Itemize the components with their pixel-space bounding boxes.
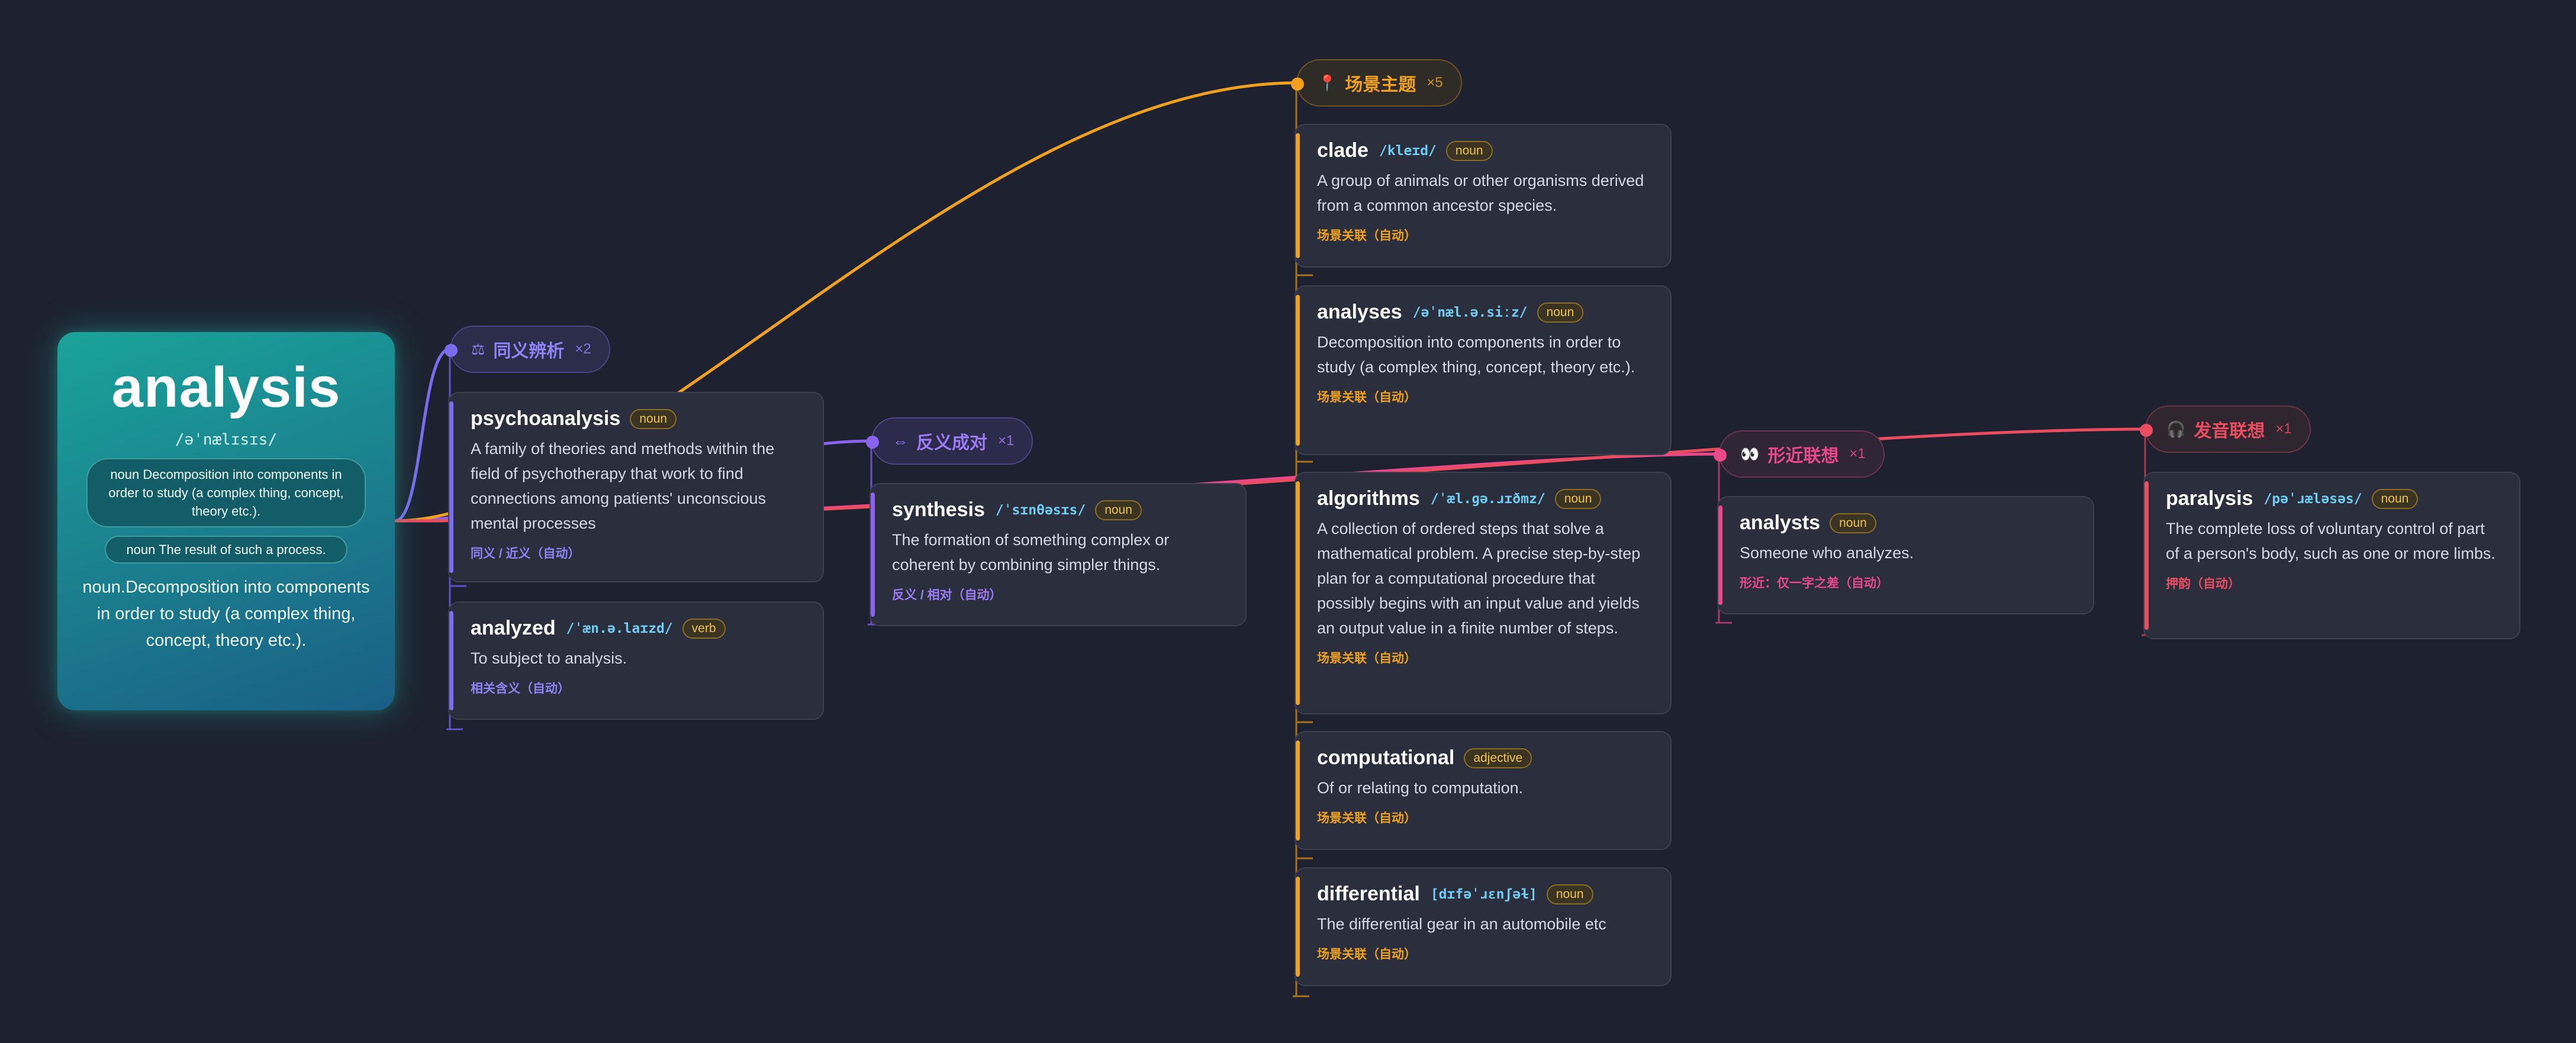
card-definition: A family of theories and methods within … — [471, 440, 775, 532]
word-card-differential[interactable]: differential [dɪfəˈɹɛnʃəɫ] noun The diff… — [1295, 867, 1672, 986]
node-dot — [1714, 449, 1727, 462]
group-count: ×1 — [998, 433, 1015, 449]
group-label: 形近联想 — [1767, 446, 1839, 466]
word-card-algorithms[interactable]: algorithms /ˈæl.ɡə.ɹɪðmz/ noun A collect… — [1295, 472, 1672, 714]
word-card-synthesis[interactable]: synthesis /ˈsɪnθəsɪs/ noun The formation… — [870, 483, 1247, 626]
group-label: 同义辨析 — [493, 342, 565, 361]
pos-badge: noun — [630, 408, 677, 429]
group-label: 反义成对 — [916, 433, 987, 453]
word-card-analysts[interactable]: analysts noun Someone who analyzes. 形近：仅… — [1717, 496, 2094, 614]
card-tag: 场景关联（自动） — [1317, 948, 1416, 961]
card-definition: The formation of something complex or co… — [892, 531, 1170, 574]
headphones-icon: 🎧 — [2166, 420, 2186, 438]
card-phonetic: /kleɪd/ — [1379, 143, 1437, 159]
word-card-psychoanalysis[interactable]: psychoanalysis noun A family of theories… — [448, 392, 824, 582]
card-definition: Someone who analyzes. — [1740, 544, 1914, 562]
group-sound[interactable]: 🎧 发音联想 ×1 — [2140, 405, 2311, 453]
node-dot — [2140, 424, 2153, 437]
root-sense-chip[interactable]: noun The result of such a process. — [105, 535, 347, 564]
pos-badge: verb — [682, 618, 726, 639]
card-tag: 场景关联（自动） — [1317, 391, 1416, 404]
pos-badge: noun — [1445, 140, 1493, 161]
card-word: psychoanalysis — [471, 407, 621, 430]
card-word: analysts — [1740, 511, 1821, 534]
node-dot — [866, 436, 879, 449]
root-word: analysis — [111, 356, 341, 419]
root-word-card[interactable]: analysis /əˈnælɪsɪs/ noun Decomposition … — [57, 332, 395, 710]
root-definition: noun.Decomposition into components in or… — [82, 577, 370, 650]
card-definition: Decomposition into components in order t… — [1317, 333, 1635, 376]
card-phonetic: /əˈnæl.ə.siːz/ — [1412, 304, 1528, 320]
card-phonetic: /ˈsɪnθəsɪs/ — [995, 502, 1086, 518]
group-count: ×1 — [1849, 446, 1866, 462]
card-tag: 相关含义（自动） — [471, 682, 570, 696]
group-label: 发音联想 — [2194, 421, 2265, 441]
root-phonetic: /əˈnælɪsɪs/ — [175, 430, 278, 449]
word-card-paralysis[interactable]: paralysis /pəˈɹæləsəs/ noun The complete… — [2143, 472, 2520, 639]
node-dot — [445, 344, 458, 357]
card-word: differential — [1317, 883, 1420, 905]
card-tag: 场景关联（自动） — [1317, 652, 1416, 665]
card-phonetic: /ˈæn.ə.laɪzd/ — [566, 620, 673, 636]
group-count: ×2 — [575, 341, 591, 357]
pos-badge: noun — [1095, 500, 1142, 520]
card-word: computational — [1317, 746, 1455, 769]
card-word: algorithms — [1317, 487, 1420, 510]
pin-icon: 📍 — [1318, 73, 1337, 92]
card-definition: To subject to analysis. — [471, 649, 627, 667]
word-card-computational[interactable]: computational adjective Of or relating t… — [1295, 731, 1672, 850]
card-phonetic: /pəˈɹæləsəs/ — [2263, 491, 2362, 507]
card-definition: Of or relating to computation. — [1317, 779, 1524, 797]
pos-badge: noun — [1537, 302, 1584, 323]
group-count: ×5 — [1427, 75, 1443, 91]
group-count: ×1 — [2275, 421, 2292, 437]
card-phonetic: [dɪfəˈɹɛnʃəɫ] — [1430, 886, 1537, 902]
card-tag: 场景关联（自动） — [1317, 812, 1416, 825]
pos-badge: noun — [1830, 513, 1876, 533]
card-word: analyses — [1317, 301, 1402, 323]
pos-badge: adjective — [1464, 748, 1532, 768]
word-card-analyses[interactable]: analyses /əˈnæl.ə.siːz/ noun Decompositi… — [1295, 285, 1672, 455]
card-tag: 押韵（自动） — [2166, 577, 2240, 591]
card-tag: 形近：仅一字之差（自动） — [1740, 577, 1889, 590]
card-word: clade — [1317, 139, 1368, 162]
word-card-clade[interactable]: clade /kleɪd/ noun A group of animals or… — [1295, 124, 1672, 268]
card-definition: The differential gear in an automobile e… — [1317, 915, 1606, 933]
scales-icon: ⚖ — [471, 340, 485, 358]
word-card-analyzed[interactable]: analyzed /ˈæn.ə.laɪzd/ verb To subject t… — [448, 601, 824, 720]
card-definition: A group of animals or other organisms de… — [1317, 172, 1644, 214]
swap-arrows-icon: ⇔ — [893, 432, 908, 450]
pos-badge: noun — [1546, 884, 1593, 904]
eyes-icon: 👀 — [1740, 445, 1760, 463]
group-synonym[interactable]: ⚖ 同义辨析 ×2 — [445, 326, 610, 373]
card-tag: 场景关联（自动） — [1317, 229, 1416, 243]
root-sense-chip[interactable]: noun Decomposition into components in or… — [86, 458, 366, 527]
card-definition: The complete loss of voluntary control o… — [2166, 520, 2496, 562]
group-antonym[interactable]: ⇔ 反义成对 ×1 — [866, 417, 1033, 465]
card-tag: 反义 / 相对（自动） — [892, 588, 1002, 602]
pos-badge: noun — [1554, 488, 1602, 509]
pos-badge: noun — [2371, 488, 2419, 509]
node-dot — [1291, 78, 1304, 91]
card-word: analyzed — [471, 617, 556, 639]
group-scene[interactable]: 📍 场景主题 ×5 — [1291, 59, 1462, 107]
card-definition: A collection of ordered steps that solve… — [1317, 520, 1641, 637]
card-phonetic: /ˈæl.ɡə.ɹɪðmz/ — [1430, 491, 1545, 507]
group-form[interactable]: 👀 形近联想 ×1 — [1714, 430, 1885, 478]
card-tag: 同义 / 近义（自动） — [471, 547, 581, 561]
connector-to-synonym — [393, 347, 452, 523]
group-label: 场景主题 — [1345, 75, 1416, 95]
card-word: synthesis — [892, 498, 985, 521]
card-word: paralysis — [2166, 487, 2253, 510]
